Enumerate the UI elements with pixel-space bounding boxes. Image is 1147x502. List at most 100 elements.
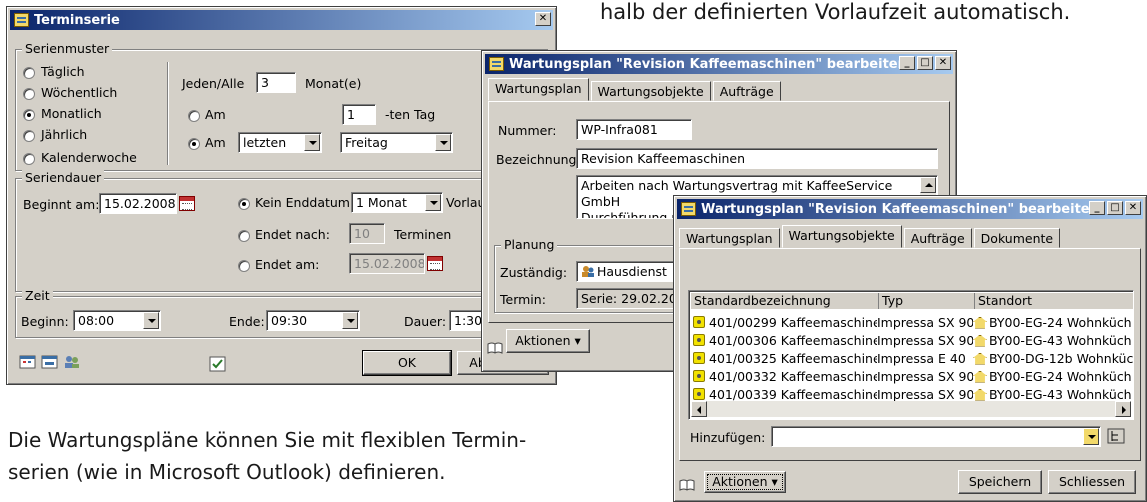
tab-wartungsobjekte[interactable]: Wartungsobjekte bbox=[590, 81, 711, 101]
tab-auftraege[interactable]: Aufträge bbox=[712, 81, 781, 101]
radio-endet-nach[interactable] bbox=[238, 230, 250, 242]
cell-standort: BY00-EG-43 Wohnküch bbox=[973, 333, 1133, 348]
cell-standort-text: BY00-DG-12b Wohnküc bbox=[989, 350, 1133, 366]
wartungsplan-front-titlebar[interactable]: Wartungsplan "Revision Kaffeemaschinen" … bbox=[677, 199, 1143, 219]
location-icon bbox=[973, 334, 987, 347]
chevron-down-icon[interactable] bbox=[143, 312, 159, 329]
cell-typ: Impressa SX 90 bbox=[877, 332, 973, 348]
aktionen-label: Aktionen bbox=[515, 333, 571, 348]
book-icon bbox=[487, 342, 503, 354]
minimize-button[interactable]: _ bbox=[1089, 201, 1105, 215]
check-calendar-icon[interactable] bbox=[209, 356, 227, 372]
scroll-right-button[interactable] bbox=[1115, 401, 1131, 417]
ende-select[interactable]: 09:30 bbox=[266, 310, 360, 331]
label-endet-am: Endet am: bbox=[255, 257, 320, 272]
weekday-select[interactable]: Freitag bbox=[340, 132, 453, 153]
jeden-alle-input[interactable]: 3 bbox=[256, 72, 296, 93]
table-row[interactable]: 401/00332 Kaffeemaschine Impressa SX 90 BY… bbox=[693, 367, 1133, 385]
calendar-picker-icon[interactable] bbox=[427, 256, 443, 271]
label-monat: Monat(e) bbox=[305, 76, 362, 91]
tab-wartungsplan[interactable]: Wartungsplan bbox=[488, 78, 589, 101]
table-row[interactable]: 401/00306 Kaffeemaschine Impressa SX 90 BY… bbox=[693, 331, 1133, 349]
nummer-input[interactable]: WP-Infra081 bbox=[576, 119, 692, 140]
radio-woechentlich[interactable] bbox=[23, 88, 35, 100]
tree-picker-icon[interactable] bbox=[1107, 428, 1125, 444]
cell-typ: Impressa SX 90 bbox=[877, 314, 973, 330]
column-header-typ[interactable]: Typ bbox=[879, 293, 975, 309]
location-icon bbox=[973, 352, 987, 365]
label-monatlich: Monatlich bbox=[41, 106, 102, 121]
group-icon bbox=[582, 266, 594, 277]
object-icon bbox=[693, 370, 705, 382]
wartungsplan-back-titlebar[interactable]: Wartungsplan "Revision Kaffeemaschinen" … bbox=[485, 54, 953, 74]
radio-am-tag[interactable] bbox=[188, 110, 200, 122]
seriendauer-title: Seriendauer bbox=[22, 170, 105, 185]
tab-wartungsplan[interactable]: Wartungsplan bbox=[679, 228, 780, 248]
minimize-button[interactable]: _ bbox=[899, 56, 915, 70]
chevron-down-icon[interactable] bbox=[304, 134, 320, 151]
column-header-standardbezeichnung[interactable]: Standardbezeichnung bbox=[691, 293, 879, 309]
list-horizontal-scrollbar[interactable] bbox=[691, 401, 1131, 417]
chevron-down-icon[interactable] bbox=[1083, 428, 1099, 445]
endet-am-input[interactable]: 15.02.2008 bbox=[349, 253, 425, 274]
radio-kalenderwoche[interactable] bbox=[23, 153, 35, 165]
beginn-select[interactable]: 08:00 bbox=[73, 310, 161, 331]
cell-standardbezeichnung: 401/00332 Kaffeemaschine bbox=[709, 368, 877, 384]
wartungsplan-dialog-front: Wartungsplan "Revision Kaffeemaschinen" … bbox=[673, 195, 1147, 502]
serienmuster-divider bbox=[167, 62, 168, 165]
tab-dokumente[interactable]: Dokumente bbox=[973, 228, 1061, 248]
radio-am-wochentag[interactable] bbox=[188, 138, 200, 150]
maximize-button[interactable]: □ bbox=[917, 56, 933, 70]
radio-jaehrlich[interactable] bbox=[23, 130, 35, 142]
termin-field[interactable]: Serie: 29.02.200 bbox=[576, 288, 686, 309]
close-button[interactable]: ✕ bbox=[1125, 201, 1141, 215]
label-termin: Termin: bbox=[500, 292, 546, 307]
endet-nach-input[interactable]: 10 bbox=[349, 223, 385, 244]
calendar-view-icon[interactable] bbox=[19, 354, 37, 370]
dropdown-arrow-icon: ▾ bbox=[771, 474, 778, 489]
bezeichnung-input[interactable]: Revision Kaffeemaschinen bbox=[576, 148, 938, 169]
wartungsobjekte-list[interactable]: Standardbezeichnung Typ Standort 401/002… bbox=[688, 290, 1134, 420]
aktionen-button[interactable]: Aktionen ▾ bbox=[704, 471, 786, 493]
ordinal-select[interactable]: letzten bbox=[238, 132, 322, 153]
tab-wartungsobjekte[interactable]: Wartungsobjekte bbox=[781, 225, 902, 248]
beginn-select-value: 08:00 bbox=[78, 313, 115, 328]
label-zustaendig: Zuständig: bbox=[500, 265, 568, 280]
radio-endet-am[interactable] bbox=[238, 260, 250, 272]
speichern-button[interactable]: Speichern bbox=[958, 470, 1042, 494]
calendar-picker-icon[interactable] bbox=[179, 196, 195, 211]
cell-standardbezeichnung: 401/00306 Kaffeemaschine bbox=[709, 332, 877, 348]
table-row[interactable]: 401/00325 Kaffeemaschine Impressa E 40 BY0… bbox=[693, 349, 1133, 367]
column-header-standort[interactable]: Standort bbox=[975, 293, 1133, 309]
schliessen-button[interactable]: Schliessen bbox=[1048, 470, 1136, 494]
vorlauf-select[interactable]: 1 Monat bbox=[351, 192, 443, 213]
am-tag-input[interactable]: 1 bbox=[342, 104, 376, 125]
radio-kein-enddatum[interactable] bbox=[238, 198, 250, 210]
scroll-left-button[interactable] bbox=[691, 401, 707, 417]
chevron-down-icon[interactable] bbox=[342, 312, 358, 329]
chevron-down-icon[interactable] bbox=[425, 194, 441, 211]
close-button[interactable]: ✕ bbox=[535, 12, 551, 26]
people-icon[interactable] bbox=[63, 354, 81, 370]
beginnt-am-input[interactable]: 15.02.2008 bbox=[99, 193, 177, 214]
label-beginnt-am: Beginnt am: bbox=[23, 197, 100, 212]
caption-top: halb der definierten Vorlaufzeit automat… bbox=[600, 0, 1071, 24]
ok-button[interactable]: OK bbox=[362, 350, 452, 376]
aktionen-button[interactable]: Aktionen ▾ bbox=[506, 329, 590, 353]
cell-standort-text: BY00-EG-24 Wohnküch bbox=[989, 368, 1132, 384]
object-icon bbox=[693, 316, 705, 328]
schedule-icon[interactable] bbox=[41, 354, 59, 370]
vorlauf-select-value: 1 Monat bbox=[356, 195, 407, 210]
radio-monatlich[interactable] bbox=[23, 109, 35, 121]
zustaendig-field[interactable]: Hausdienst bbox=[576, 261, 686, 282]
hinzufuegen-select[interactable] bbox=[771, 426, 1101, 447]
tab-auftraege[interactable]: Aufträge bbox=[903, 228, 972, 248]
table-row[interactable]: 401/00299 Kaffeemaschine Impressa SX 90 BY… bbox=[693, 313, 1133, 331]
terminserie-titlebar[interactable]: Terminserie ✕ bbox=[10, 10, 553, 30]
radio-taeglich[interactable] bbox=[23, 67, 35, 79]
close-button[interactable]: ✕ bbox=[935, 56, 951, 70]
weekday-select-value: Freitag bbox=[345, 135, 388, 150]
chevron-down-icon[interactable] bbox=[435, 134, 451, 151]
caption-bottom-line2: serien (wie in Microsoft Outlook) defini… bbox=[8, 460, 446, 484]
maximize-button[interactable]: □ bbox=[1107, 201, 1123, 215]
